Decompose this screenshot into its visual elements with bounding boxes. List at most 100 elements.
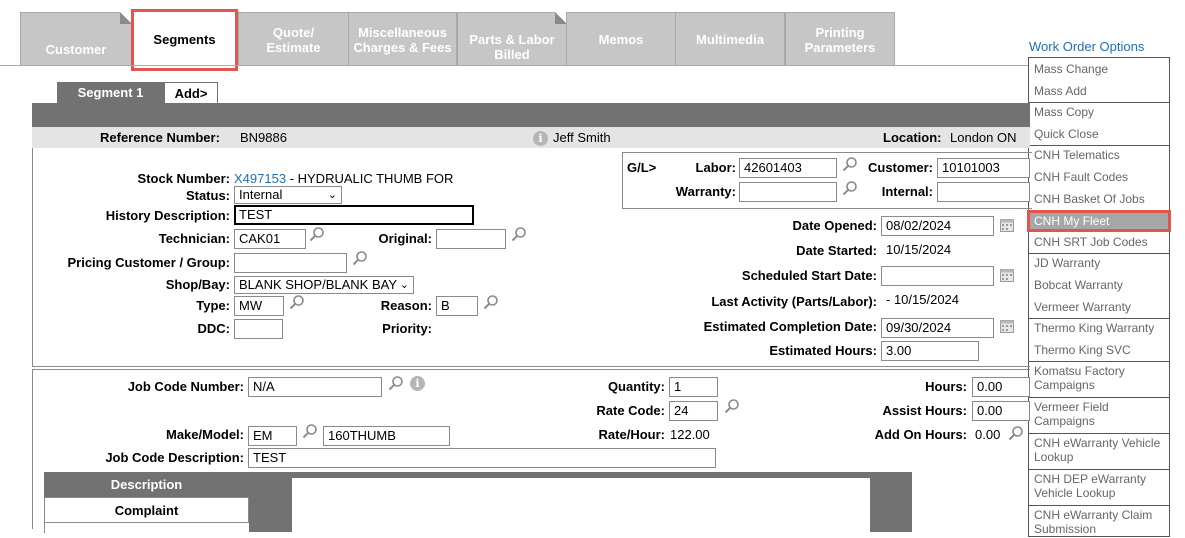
menu-item-cnh-ewarranty-vehicle-lookup[interactable]: CNH eWarranty Vehicle Lookup [1029, 436, 1169, 464]
job-code-number-label: Job Code Number: [127, 379, 244, 394]
menu-divider [1029, 361, 1169, 362]
menu-item-vermeer-field-campaigns[interactable]: Vermeer Field Campaigns [1029, 400, 1129, 428]
original-input[interactable] [436, 229, 506, 249]
original-search-icon[interactable] [511, 226, 527, 242]
date-started-value: 10/15/2024 [886, 242, 952, 257]
menu-item-cnh-my-fleet[interactable]: CNH My Fleet [1027, 210, 1171, 232]
technician-input[interactable]: CAK01 [234, 229, 306, 249]
type-input[interactable]: MW [234, 296, 284, 316]
tab-memos[interactable]: Memos [566, 12, 676, 66]
labor-gl-input[interactable]: 42601403 [739, 158, 837, 178]
history-description-label: History Description: [105, 208, 230, 223]
job-code-description-input[interactable]: TEST [248, 448, 716, 468]
scheduled-start-calendar-icon[interactable] [1000, 268, 1014, 282]
estimated-hours-input[interactable]: 3.00 [881, 341, 979, 361]
active-tab-highlight [131, 9, 238, 71]
original-label: Original: [378, 231, 432, 246]
segment-1-tab[interactable]: Segment 1 [57, 82, 164, 103]
tab-misc-charges[interactable]: Miscellaneous Charges & Fees [348, 12, 457, 66]
make-input[interactable]: EM [248, 426, 297, 446]
rate-code-input[interactable]: 24 [669, 401, 718, 421]
chevron-down-icon: ⌄ [327, 189, 337, 201]
description-text-area[interactable] [292, 478, 870, 538]
user-name: Jeff Smith [553, 130, 611, 145]
labor-gl-search-icon[interactable] [842, 156, 858, 172]
history-description-input[interactable]: TEST [234, 205, 474, 225]
model-input[interactable]: 160THUMB [323, 426, 450, 446]
menu-item-quick-close[interactable]: Quick Close [1029, 127, 1169, 141]
hours-input[interactable]: 0.00 [972, 377, 1030, 397]
estimated-completion-calendar-icon[interactable] [1000, 319, 1014, 333]
info-icon[interactable]: i [533, 131, 548, 146]
scheduled-start-input[interactable] [881, 266, 994, 286]
pricing-customer-label: Pricing Customer / Group: [67, 255, 230, 270]
warranty-gl-search-icon[interactable] [842, 180, 858, 196]
last-activity-label: Last Activity (Parts/Labor): [711, 294, 877, 309]
technician-search-icon[interactable] [309, 226, 325, 242]
shop-bay-select[interactable]: BLANK SHOP/BLANK BAY ⌄ [234, 276, 414, 294]
pricing-customer-search-icon[interactable] [352, 250, 368, 266]
rate-code-search-icon[interactable] [724, 398, 740, 414]
tab-multimedia[interactable]: Multimedia [675, 12, 785, 66]
menu-divider [1029, 102, 1169, 103]
reason-search-icon[interactable] [483, 294, 499, 310]
date-opened-input[interactable]: 08/02/2024 [881, 216, 994, 236]
warranty-gl-input[interactable] [739, 182, 837, 202]
menu-item-thermo-king-warranty[interactable]: Thermo King Warranty [1029, 321, 1169, 335]
work-order-options-link[interactable]: Work Order Options [1029, 39, 1144, 54]
quantity-input[interactable]: 1 [669, 377, 718, 397]
menu-item-cnh-dep-ewarranty-vehicle-lookup[interactable]: CNH DEP eWarranty Vehicle Lookup [1029, 472, 1169, 500]
ddc-input[interactable] [234, 319, 283, 339]
menu-item-cnh-basket-of-jobs[interactable]: CNH Basket Of Jobs [1029, 192, 1169, 206]
chevron-down-icon: ⌄ [399, 279, 409, 291]
technician-label: Technician: [158, 231, 230, 246]
type-search-icon[interactable] [289, 294, 305, 310]
estimated-completion-label: Estimated Completion Date: [703, 319, 877, 334]
job-code-number-input[interactable]: N/A [248, 377, 382, 397]
menu-item-bobcat-warranty[interactable]: Bobcat Warranty [1029, 278, 1169, 292]
menu-divider [1029, 253, 1169, 254]
menu-item-mass-add[interactable]: Mass Add [1029, 84, 1169, 98]
complaint-tab[interactable]: Complaint [44, 497, 249, 523]
menu-item-cnh-fault-codes[interactable]: CNH Fault Codes [1029, 170, 1169, 184]
make-search-icon[interactable] [302, 423, 318, 439]
menu-item-mass-copy[interactable]: Mass Copy [1029, 105, 1169, 119]
location-value: London ON [950, 130, 1017, 145]
tab-quote-estimate[interactable]: Quote/ Estimate [238, 12, 349, 66]
tab-label: Customer [45, 42, 107, 57]
date-opened-calendar-icon[interactable] [1000, 218, 1014, 232]
menu-item-cnh-telematics[interactable]: CNH Telematics [1029, 148, 1169, 162]
pricing-customer-input[interactable] [234, 253, 347, 273]
add-segment-tab[interactable]: Add> [164, 82, 218, 103]
internal-gl-input[interactable] [937, 182, 1030, 202]
menu-item-cnh-srt-job-codes[interactable]: CNH SRT Job Codes [1029, 235, 1169, 249]
menu-divider [1029, 505, 1169, 506]
menu-divider [1029, 469, 1169, 470]
add-on-hours-search-icon[interactable] [1008, 425, 1024, 441]
status-select[interactable]: Internal ⌄ [234, 186, 342, 204]
warranty-gl-label: Warranty: [675, 184, 736, 199]
estimated-hours-label: Estimated Hours: [769, 343, 877, 358]
menu-item-thermo-king-svc[interactable]: Thermo King SVC [1029, 343, 1169, 357]
tab-printing-parameters[interactable]: Printing Parameters [785, 12, 895, 66]
menu-item-jd-warranty[interactable]: JD Warranty [1029, 256, 1169, 270]
estimated-completion-input[interactable]: 09/30/2024 [881, 318, 994, 338]
gl-label: G/L> [627, 160, 657, 175]
menu-item-vermeer-warranty[interactable]: Vermeer Warranty [1029, 300, 1169, 314]
job-code-info-icon[interactable]: i [410, 376, 425, 391]
tab-customer[interactable]: Customer [20, 12, 132, 66]
stock-number-link[interactable]: X497153 [234, 171, 286, 186]
tab-label: Multimedia [696, 32, 764, 47]
tab-parts-labor-billed[interactable]: Parts & Labor Billed [457, 12, 567, 66]
scheduled-start-label: Scheduled Start Date: [741, 268, 877, 283]
tab-label: Parts & Labor Billed [469, 31, 555, 62]
menu-item-komatsu-factory-campaigns[interactable]: Komatsu Factory Campaigns [1029, 364, 1149, 392]
customer-gl-input[interactable]: 10101003 [937, 158, 1030, 178]
reason-input[interactable]: B [436, 296, 478, 316]
assist-hours-input[interactable]: 0.00 [972, 401, 1030, 421]
job-code-search-icon[interactable] [388, 375, 404, 391]
last-activity-value: - 10/15/2024 [886, 292, 960, 307]
tab-baseline [0, 65, 1030, 66]
menu-item-cnh-ewarranty-claim-submission[interactable]: CNH eWarranty Claim Submission [1029, 508, 1169, 536]
menu-item-mass-change[interactable]: Mass Change [1029, 62, 1169, 76]
